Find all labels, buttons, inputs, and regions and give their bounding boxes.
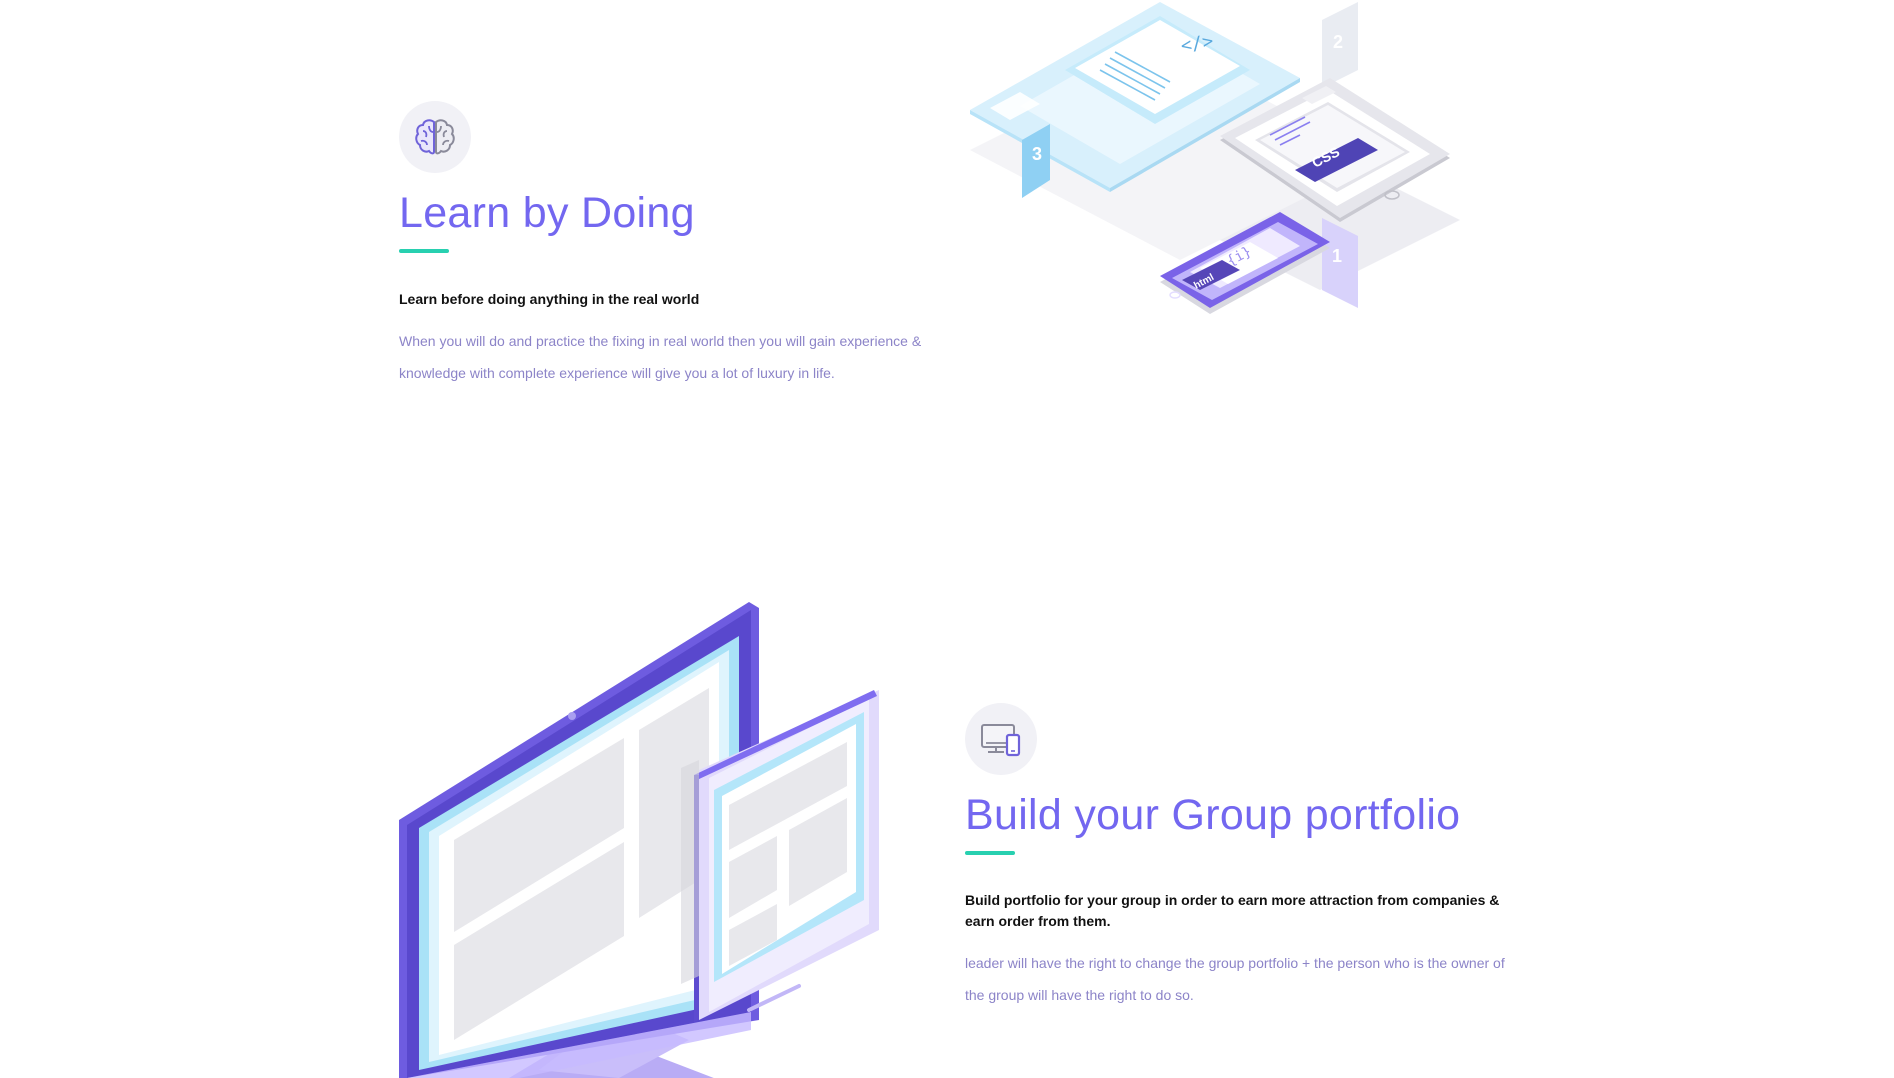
feature-subtitle: Learn before doing anything in the real …	[399, 291, 700, 307]
step-2-label: 2	[1333, 32, 1343, 52]
feature-title: Learn by Doing	[399, 189, 695, 237]
devices-icon-badge	[965, 703, 1037, 775]
devices-icon	[981, 724, 1021, 757]
step-3-label: 3	[1032, 144, 1042, 164]
title-underline	[965, 851, 1015, 855]
step-1-label: 1	[1332, 246, 1342, 266]
feature-description: leader will have the right to change the…	[965, 955, 1505, 1003]
feature-description: When you will do and practice the fixing…	[399, 333, 922, 381]
brain-icon-badge	[399, 101, 471, 173]
feature-title: Build your Group portfolio	[965, 791, 1461, 839]
devices-illustration	[399, 602, 879, 1078]
feature-subtitle: Build portfolio for your group in order …	[965, 892, 1500, 929]
brain-icon	[415, 119, 455, 155]
title-underline	[399, 249, 449, 253]
web-development-illustration: </> 3 2 CSS 1 {i} html	[970, 2, 1460, 314]
